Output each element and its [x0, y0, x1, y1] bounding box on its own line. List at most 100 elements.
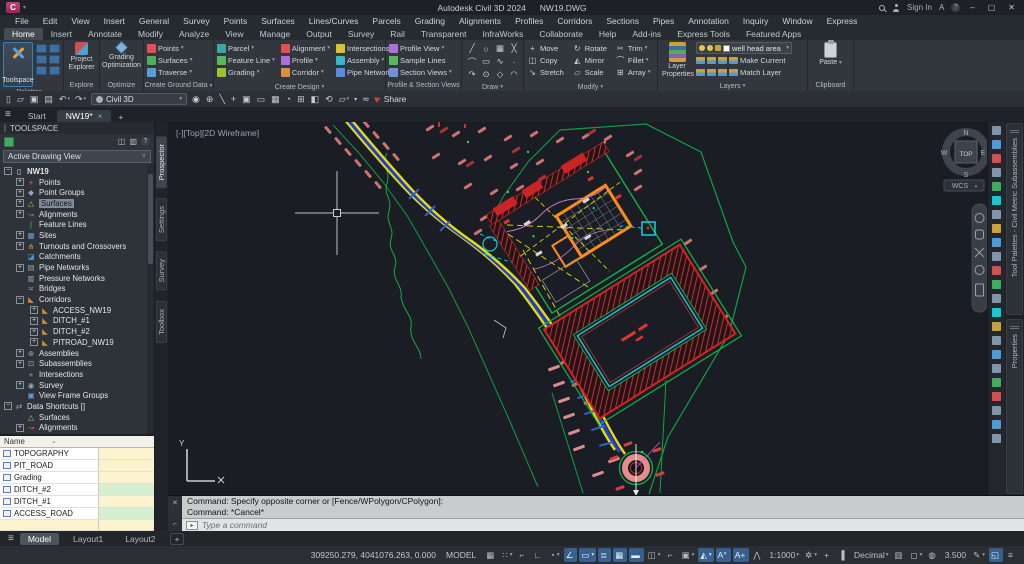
median-icon[interactable] [992, 280, 1001, 289]
ditch-icon[interactable] [992, 294, 1001, 303]
menu-item[interactable]: Alignments [452, 16, 508, 26]
tree-item[interactable]: − NW19 [0, 166, 154, 177]
ribbon-button[interactable]: Feature Line▾ [217, 54, 275, 66]
arc-icon[interactable]: ◔ [286, 94, 292, 105]
move-icon[interactable]: + [231, 94, 237, 105]
menu-item[interactable]: File [8, 16, 36, 26]
tree-item[interactable]: Catchments [0, 252, 154, 263]
ribbon-button[interactable]: Sample Lines [389, 54, 452, 66]
qat-collapse-icon[interactable]: ≂ [362, 94, 370, 105]
ribbon-tab[interactable]: Express Tools [669, 28, 738, 40]
ribbon-tab[interactable]: Help [591, 28, 624, 40]
tree-expander-icon[interactable]: − [16, 296, 24, 304]
tool-palettes-strip[interactable]: Tool Palettes - Civil Metric Subassembli… [1006, 123, 1023, 315]
command-customize-icon[interactable]: ⌐ [173, 521, 177, 528]
minimize-button[interactable]: – [967, 3, 977, 12]
isolate-value[interactable]: 3.500 [942, 548, 969, 562]
close-button[interactable]: ✕ [1005, 3, 1018, 12]
workspace-dropdown[interactable]: Civil 3D ▾ [91, 93, 187, 105]
viewport-icon[interactable]: ▦ [271, 94, 281, 105]
list-item[interactable]: Grading [0, 472, 154, 484]
paste-button[interactable]: Paste ▾ [819, 42, 843, 67]
tree-item[interactable]: − Data Shortcuts [] [0, 401, 154, 412]
ribbon-button[interactable]: Points▾ [147, 42, 192, 54]
menu-item[interactable]: Sections [599, 16, 646, 26]
ribbon-tab[interactable]: Collaborate [531, 28, 590, 40]
ribbon-tab[interactable]: Transparent [413, 28, 475, 40]
ribbon-tab[interactable]: Add-ins [624, 28, 669, 40]
lock-ui-icon[interactable]: ◻▾ [909, 548, 925, 562]
region-icon[interactable]: ▱▾ [339, 94, 349, 105]
panel-label-clipboard[interactable]: Clipboard [808, 80, 853, 91]
tree-expander-icon[interactable]: + [16, 424, 24, 432]
offset-icon[interactable] [992, 350, 1001, 359]
menu-item[interactable]: Parcels [365, 16, 407, 26]
menu-item[interactable]: Survey [176, 16, 216, 26]
panel-label-draw[interactable]: Draw▾ [462, 83, 523, 91]
tree-item[interactable]: + DITCH_#2 [0, 326, 154, 337]
mirror-icon[interactable]: ◧ [311, 94, 321, 105]
side-tab[interactable]: Settings [156, 198, 167, 241]
sample-icon[interactable] [992, 420, 1001, 429]
tree-item[interactable]: + Turnouts and Crossovers [0, 241, 154, 252]
toolspace-help-icon[interactable]: ? [141, 137, 150, 146]
menu-item[interactable]: Grading [408, 16, 452, 26]
pave-icon[interactable] [992, 322, 1001, 331]
flag-icon[interactable] [992, 126, 1001, 135]
tree-item[interactable]: Pressure Networks [0, 273, 154, 284]
ribbon-button[interactable]: ⊞Array▾ [615, 66, 651, 78]
ribbon-button[interactable]: ↘Stretch [527, 66, 566, 78]
hatch-icon[interactable]: ▦ [493, 42, 507, 55]
ribbon-button[interactable]: Section Views▾ [389, 66, 452, 78]
qat-more-caret-icon[interactable]: ▾ [354, 96, 357, 103]
tree-expander-icon[interactable]: + [30, 317, 38, 325]
section-icon[interactable] [992, 406, 1001, 415]
tree-expander-icon[interactable]: + [16, 381, 24, 389]
tree-item[interactable]: + Subassemblies [0, 358, 154, 369]
annotation-visibility-icon[interactable]: A° [716, 548, 731, 562]
ortho-mode-icon[interactable]: ◔▾ [548, 548, 562, 562]
rotate-icon[interactable]: ⟲ [325, 94, 334, 105]
ribbon-button[interactable]: ⌒Fillet▾ [615, 54, 651, 66]
list-item[interactable]: PIT_ROAD [0, 460, 154, 472]
tree-expander-icon[interactable] [16, 285, 24, 293]
grid-mode-icon[interactable]: ▦ [484, 548, 498, 562]
layout-menu-icon[interactable]: ≡ [8, 533, 14, 544]
menu-item[interactable]: Corridors [550, 16, 599, 26]
tree-item[interactable]: + Point Groups [0, 187, 154, 198]
tree-scrollbar[interactable] [147, 164, 154, 434]
tree-expander-icon[interactable]: + [16, 264, 24, 272]
slope-icon[interactable] [992, 210, 1001, 219]
layer-properties-button[interactable]: Layer Properties [661, 42, 693, 79]
menu-item[interactable]: Insert [97, 16, 132, 26]
rectangle-icon[interactable]: ▭ [479, 55, 493, 68]
command-close-icon[interactable]: ✕ [172, 499, 178, 507]
ribbon-button[interactable]: ◭Mirror [572, 54, 609, 66]
link-icon[interactable] [992, 336, 1001, 345]
tree-expander-icon[interactable]: + [16, 242, 24, 250]
plot-icon[interactable]: ▤ [44, 94, 54, 105]
new-tab-button[interactable]: + [113, 112, 128, 122]
annotation-autoscale-icon[interactable]: A+ [733, 548, 750, 562]
coordinates-readout[interactable]: 309250.279, 4041076.263, 0.000 [311, 550, 436, 560]
circle-icon[interactable]: ○ [479, 42, 493, 55]
lineweight-icon[interactable]: ▦ [613, 548, 627, 562]
project-explorer-button[interactable]: Project Explorer [67, 42, 96, 71]
panel-label-modify[interactable]: Modify▾ [524, 83, 657, 91]
tree-expander-icon[interactable] [16, 392, 24, 400]
list-item[interactable]: TOPOGRAPHY [0, 448, 154, 460]
menu-item[interactable]: Inquiry [736, 16, 776, 26]
layer-dropdown[interactable]: well head area ▾ [696, 42, 792, 54]
tree-item[interactable]: Surfaces [0, 412, 154, 423]
ribbon-tab[interactable]: Featured Apps [738, 28, 809, 40]
ribbon-button[interactable]: Profile View▾ [389, 42, 452, 54]
annotation-monitor-icon[interactable]: + [821, 548, 834, 562]
tree-item[interactable]: + Assemblies [0, 348, 154, 359]
ribbon-button[interactable]: Corridor▾ [281, 66, 330, 78]
autodesk-a-icon[interactable]: A [939, 3, 944, 12]
ribbon-button[interactable]: Alignment▾ [281, 42, 330, 54]
tree-expander-icon[interactable]: + [16, 178, 24, 186]
spline-icon[interactable]: ∿ [493, 55, 507, 68]
grading-optimization-button[interactable]: Grading Optimization [105, 42, 138, 69]
tree-expander-icon[interactable]: + [30, 306, 38, 314]
